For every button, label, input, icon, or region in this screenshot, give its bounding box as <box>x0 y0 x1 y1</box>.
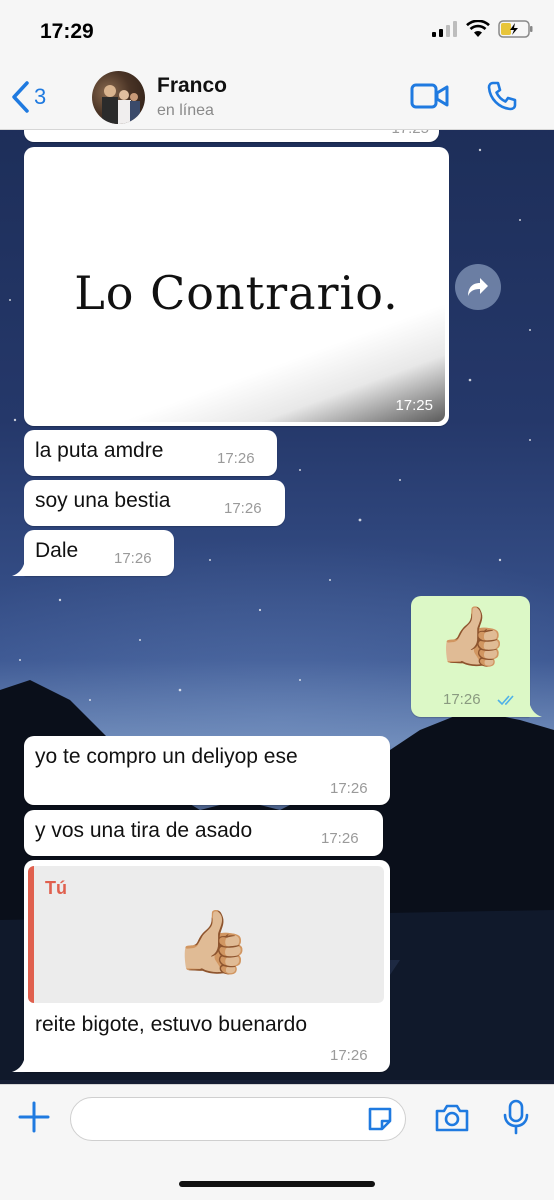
message-bubble-outgoing[interactable]: 👍🏼 17:26 <box>411 596 530 717</box>
camera-icon <box>435 1104 469 1132</box>
battery-charging-icon <box>498 20 533 38</box>
message-time: 17:26 <box>217 450 255 467</box>
avatar-photo <box>102 85 140 124</box>
message-text: yo te compro un deliyop ese <box>35 745 298 768</box>
status-icons <box>432 20 534 38</box>
quote-accent-bar <box>28 866 34 1003</box>
message-text: y vos una tira de asado <box>35 819 253 842</box>
message-bubble-incoming[interactable]: y vos una tira de asado 17:26 <box>24 810 383 856</box>
contact-name[interactable]: Franco <box>157 74 227 98</box>
forward-button[interactable] <box>455 264 501 310</box>
sticker-icon <box>368 1107 392 1131</box>
attach-button[interactable] <box>18 1101 50 1138</box>
image-text: Lo Contrario. <box>74 266 399 320</box>
microphone-icon <box>503 1099 529 1135</box>
quote-author: Tú <box>45 878 67 898</box>
avatar[interactable] <box>92 71 145 124</box>
plus-icon <box>18 1101 50 1133</box>
back-button[interactable]: 3 <box>10 80 46 114</box>
thumbs-up-emoji: 👍🏼 <box>436 604 509 669</box>
unread-count: 3 <box>34 84 47 109</box>
status-bar: 17:29 <box>0 0 554 66</box>
bubble-tail <box>12 1058 28 1072</box>
image-message[interactable]: Lo Contrario. 17:25 <box>24 147 449 426</box>
message-time: 17:25 <box>395 397 433 414</box>
status-time: 17:29 <box>40 20 94 43</box>
chat-header: 3 Franco en línea <box>0 66 554 130</box>
bubble-tail <box>12 562 28 576</box>
sticker-button[interactable] <box>366 1105 394 1138</box>
message-time: 17:26 <box>224 500 262 517</box>
contact-status: en línea <box>157 102 214 119</box>
message-time: 17:26 <box>321 830 359 847</box>
camera-button[interactable] <box>434 1103 470 1138</box>
message-time: 17:26 <box>443 691 481 708</box>
image-content[interactable]: Lo Contrario. 17:25 <box>28 151 445 422</box>
message-bubble-incoming[interactable]: Dale 17:26 <box>24 530 174 576</box>
quoted-message[interactable]: Tú 👍🏼 <box>28 866 384 1003</box>
video-call-button[interactable] <box>410 82 450 115</box>
forward-arrow-icon <box>468 278 488 296</box>
microphone-button[interactable] <box>502 1099 530 1140</box>
signal-icon <box>432 21 457 37</box>
message-time: 17:26 <box>330 780 368 797</box>
phone-icon <box>487 81 517 111</box>
bubble-tail <box>526 703 542 717</box>
message-text: reite bigote, estuvo buenardo <box>35 1013 308 1036</box>
message-input[interactable] <box>70 1097 406 1141</box>
quoted-thumbs-up-emoji: 👍🏼 <box>174 908 252 977</box>
read-ticks-icon <box>497 695 514 706</box>
video-camera-icon <box>410 83 449 109</box>
message-time: 17:26 <box>330 1047 368 1064</box>
voice-call-button[interactable] <box>486 80 518 117</box>
message-text: la puta amdre <box>35 439 164 462</box>
message-bubble-incoming[interactable]: yo te compro un deliyop ese 17:26 <box>24 736 390 805</box>
home-indicator <box>179 1181 375 1187</box>
message-text: Dale <box>35 539 79 562</box>
message-text: soy una bestia <box>35 489 171 512</box>
message-input-bar <box>0 1084 554 1200</box>
message-time: 17:26 <box>114 550 152 567</box>
message-bubble-incoming[interactable]: la puta amdre 17:26 <box>24 430 277 476</box>
wifi-icon <box>466 20 490 37</box>
chevron-left-icon <box>12 81 29 113</box>
message-bubble-incoming[interactable]: soy una bestia 17:26 <box>24 480 285 526</box>
